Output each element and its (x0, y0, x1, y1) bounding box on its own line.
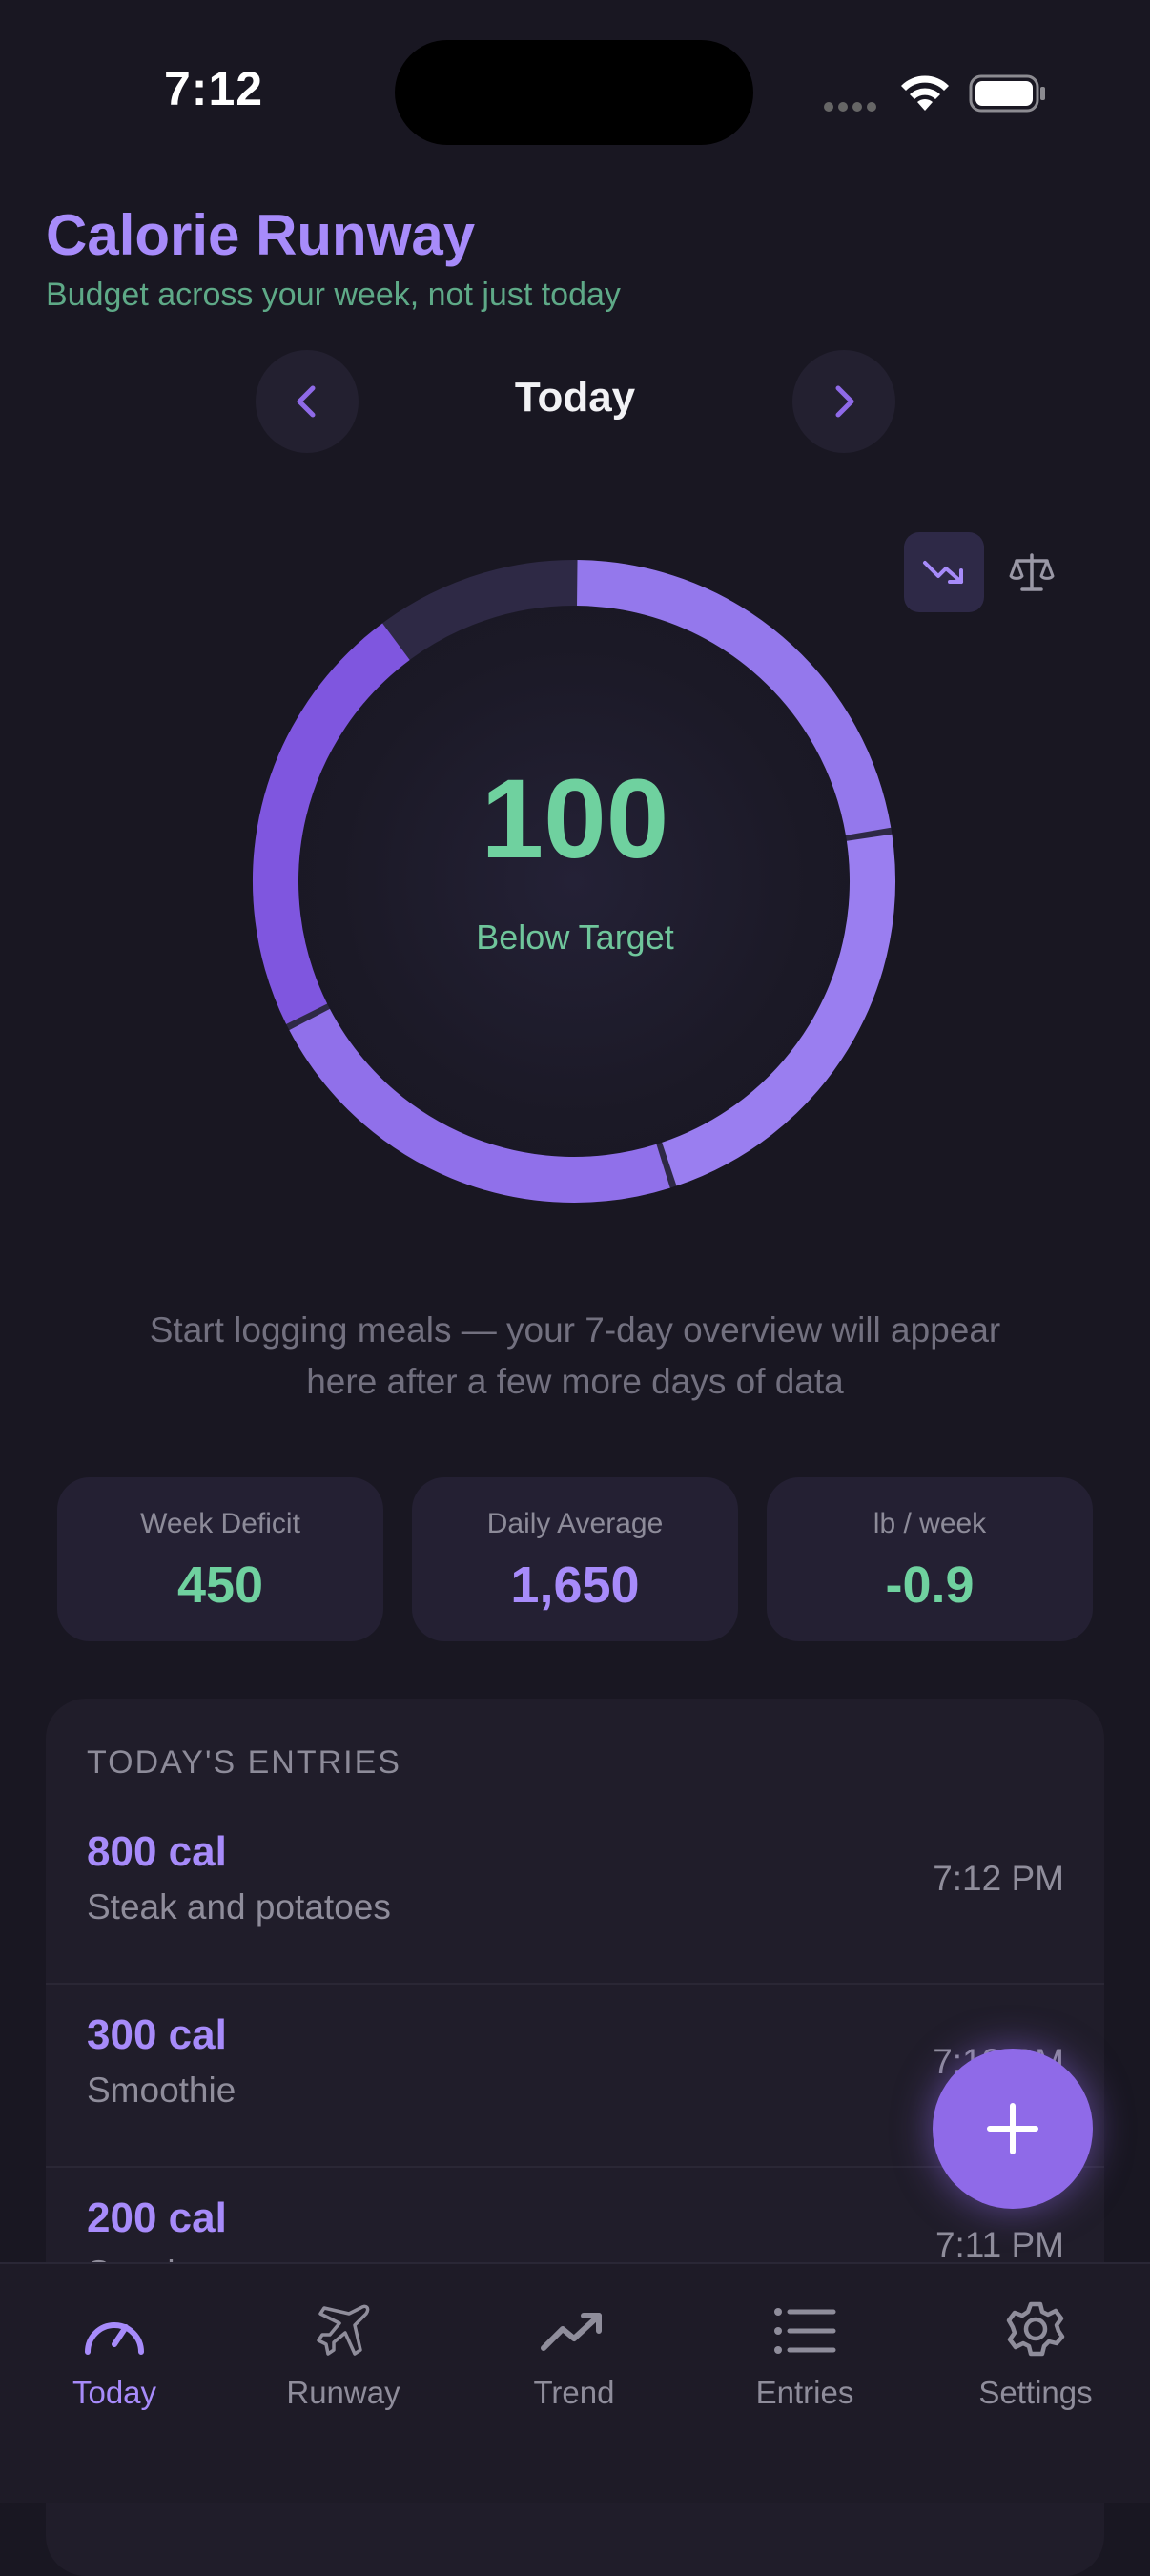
tab-label: Trend (533, 2375, 615, 2410)
stat-card-week-deficit: Week Deficit 450 (57, 1477, 383, 1641)
stat-label: lb / week (873, 1508, 987, 1539)
tab-trend[interactable]: Trend (479, 2293, 669, 2411)
cellular-signal-icon (824, 99, 881, 112)
stat-value: 1,650 (510, 1556, 640, 1614)
entry-name: Smoothie (87, 2071, 236, 2110)
status-time: 7:12 (164, 62, 264, 115)
scale-icon (1009, 553, 1055, 591)
tab-label: Runway (286, 2375, 400, 2410)
tab-settings[interactable]: Settings (940, 2293, 1131, 2411)
entries-header: TODAY'S ENTRIES (87, 1744, 401, 1781)
current-day-label: Today (514, 374, 636, 421)
tab-today[interactable]: Today (19, 2293, 210, 2411)
stat-card-daily-average: Daily Average 1,650 (412, 1477, 738, 1641)
tab-label: Settings (978, 2375, 1093, 2410)
next-day-button[interactable] (792, 350, 895, 453)
ring-value: 100 (481, 756, 669, 882)
tab-label: Entries (755, 2375, 854, 2410)
ring-segment (662, 834, 895, 1186)
trend-up-icon (541, 2313, 602, 2351)
stat-label: Week Deficit (140, 1508, 300, 1539)
stat-value: 450 (176, 1556, 264, 1614)
wifi-icon (898, 72, 952, 113)
list-icon (774, 2308, 836, 2354)
tab-bar: Today Runway Trend Entries Settings (0, 2262, 1150, 2503)
entry-time: 7:11 PM (934, 2225, 1064, 2264)
trend-down-icon (923, 561, 963, 584)
entry-time: 7:12 PM (933, 1859, 1064, 1898)
dynamic-island (395, 40, 753, 145)
stat-card-lb-per-week: lb / week -0.9 (767, 1477, 1093, 1641)
gauge-icon (85, 2322, 144, 2355)
entry-name: Steak and potatoes (87, 1887, 391, 1927)
tab-label: Today (72, 2375, 157, 2410)
entry-calories: 200 cal (87, 2195, 227, 2241)
overview-hint: Start logging meals — your 7-day overvie… (149, 1310, 1001, 1401)
app-subtitle: Budget across your week, not just today (46, 277, 621, 313)
previous-day-button[interactable] (256, 350, 359, 453)
list-item[interactable]: 800 cal Steak and potatoes 7:12 PM (46, 1800, 1104, 1985)
add-entry-button[interactable] (933, 2049, 1093, 2209)
entry-calories: 800 cal (87, 1828, 227, 1875)
chevron-right-icon (835, 385, 854, 418)
app-title: Calorie Runway (46, 203, 476, 267)
gear-icon (1006, 2301, 1065, 2357)
stat-value: -0.9 (885, 1556, 975, 1614)
airplane-icon (317, 2304, 370, 2356)
chevron-left-icon (297, 385, 316, 418)
stat-label: Daily Average (486, 1508, 664, 1539)
trend-mode-button[interactable] (904, 532, 984, 612)
ring-status-label: Below Target (476, 917, 674, 957)
tab-runway[interactable]: Runway (248, 2293, 439, 2411)
entry-calories: 300 cal (87, 2011, 227, 2058)
ring-segment (289, 1008, 670, 1203)
ring-segment (253, 623, 410, 1024)
tab-entries[interactable]: Entries (709, 2293, 900, 2411)
plus-icon (987, 2103, 1038, 2154)
scale-mode-button[interactable] (992, 532, 1072, 612)
battery-icon (969, 74, 1047, 113)
